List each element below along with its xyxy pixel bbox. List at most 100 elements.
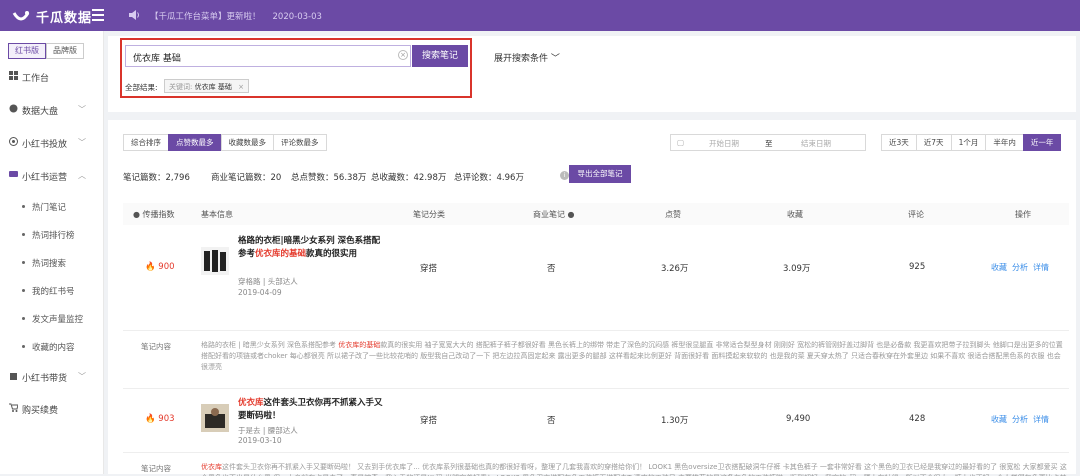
chevron-up-icon: ︿ [78,171,86,180]
table-header: ● 传播指数 基本信息 笔记分类 商业笔记 ● 点赞 收藏 评论 操作 [123,203,1069,225]
note-comments: 428 [909,414,926,424]
note-content-row: 笔记内容 优衣库这件套头卫衣你再不抓紧入手又要断码啦！ 又去到手优衣库了... … [123,453,1069,476]
note-comments: 925 [909,262,926,272]
note-commercial: 否 [547,264,556,274]
range-7d[interactable]: 近7天 [915,134,952,151]
detail-link[interactable]: 详情 [1033,415,1049,424]
sub-item-hot-words[interactable]: 热词排行榜 [0,229,104,241]
target-icon [9,137,18,146]
note-title[interactable]: 优衣库这件套头卫衣你再不抓紧入手又要断码啦！ [238,397,388,423]
chevron-down-icon: ﹀ [78,372,86,381]
stat-notes: 笔记篇数：2,796 [123,173,190,183]
search-input[interactable]: 优衣库 基础 [125,45,411,67]
chat-icon [9,171,18,177]
bullet-icon [22,317,25,320]
range-buttons: 近3天 近7天 1个月 半年内 近一年 [881,134,1062,151]
version-tab-red[interactable]: 红书版 [8,43,46,59]
detail-link[interactable]: 详情 [1033,263,1049,272]
content-label: 笔记内容 [141,464,171,473]
header-basic-info: 基本信息 [201,210,233,219]
nav-item-purchase[interactable]: 购买续费 [0,403,104,417]
table-row: 🔥 903 优衣库这件套头卫衣你再不抓紧入手又要断码啦！ 于是去 | 腰部达人 … [123,389,1069,453]
nav-item-label: 小红书投放 [22,140,68,150]
range-6m[interactable]: 半年内 [985,134,1024,151]
heat-value: 🔥 903 [145,414,175,424]
note-collects: 3.09万 [783,264,811,274]
expand-label: 展开搜索条件 [494,54,549,64]
bullet-icon [22,261,25,264]
tab-most-comments[interactable]: 评论数最多 [273,134,327,151]
stat-likes: 总点赞数：56.38万 [291,173,367,183]
sub-item-volume-monitor[interactable]: 发文声量监控 [0,313,104,325]
sidebar: 红书版 品牌版 工作台 数据大盘 ﹀ 小红书投放 ﹀ 小红书运营 ︿ 热门笔记 … [0,31,104,474]
note-title[interactable]: 格路的衣柜|暗黑少女系列 深色系搭配参考优衣库的基础款真的很实用 [238,235,388,261]
note-author[interactable]: 于是去 | 腰部达人 [238,425,298,436]
header-actions: 操作 [1015,210,1031,219]
tab-most-collects[interactable]: 收藏数最多 [220,134,274,151]
note-category: 穿搭 [420,416,438,426]
chevron-down-icon: ﹀ [78,105,86,114]
tab-comprehensive[interactable]: 综合排序 [123,134,169,151]
note-author[interactable]: 穿格路 | 头部达人 [238,276,298,287]
analyze-link[interactable]: 分析 [1012,415,1028,424]
collect-link[interactable]: 收藏 [991,415,1007,424]
sort-tabs: 综合排序 点赞数最多 收藏数最多 评论数最多 [123,134,327,151]
pie-icon [9,104,18,113]
start-date[interactable]: 开始日期 [709,138,739,149]
tag-close-icon[interactable]: × [238,83,244,91]
nav-item-ads[interactable]: 小红书投放 ﹀ [0,137,104,151]
note-content: 格路的衣柜 | 暗黑少女系列 深色系搭配参考 优衣库的基础款真的很实用 袖子宽宽… [201,341,1063,371]
nav-item-commerce[interactable]: 小红书带货 ﹀ [0,371,104,385]
chevron-down-icon: ﹀ [550,54,560,64]
expand-conditions[interactable]: 展开搜索条件 ﹀ [494,51,560,64]
table-row: 🔥 900 格路的衣柜|暗黑少女系列 深色系搭配参考优衣库的基础款真的很实用 穿… [123,225,1069,331]
collect-link[interactable]: 收藏 [991,263,1007,272]
tab-most-likes[interactable]: 点赞数最多 [168,134,222,151]
range-3d[interactable]: 近3天 [881,134,917,151]
sub-item-word-search[interactable]: 热词搜索 [0,257,104,269]
date-range-picker[interactable]: ▢ 开始日期 至 结束日期 [670,134,866,151]
note-collects: 9,490 [786,414,811,424]
nav-item-operations[interactable]: 小红书运营 ︿ [0,170,104,184]
menu-toggle-icon[interactable] [92,9,104,21]
nav-item-label: 数据大盘 [22,107,59,117]
app-logo[interactable]: 千瓜数据 [12,7,92,26]
nav-item-workspace[interactable]: 工作台 [0,71,104,85]
sub-item-my-account[interactable]: 我的红书号 [0,285,104,297]
header-heat: ● 传播指数 [133,210,175,219]
notice-date: 2020-03-03 [272,12,322,22]
tag-value: 优衣库 基础 [194,83,232,91]
sub-item-favorites[interactable]: 收藏的内容 [0,341,104,353]
sub-item-hot-notes[interactable]: 热门笔记 [0,201,104,213]
note-thumbnail[interactable] [201,247,229,275]
note-date: 2019-04-09 [238,288,282,297]
notice-text[interactable]: 【千瓜工作台菜单】更新啦！ 2020-03-03 [150,10,322,22]
info-icon: ● [133,210,140,219]
note-category: 穿搭 [420,264,438,274]
fire-icon: 🔥 [145,414,156,424]
results-card: 综合排序 点赞数最多 收藏数最多 评论数最多 ▢ 开始日期 至 结束日期 近3天… [108,120,1076,476]
main-content: 优衣库 基础 × 搜索笔记 全部结果: 关键词: 优衣库 基础 × 展开搜索条件… [104,31,1080,476]
search-button[interactable]: 搜索笔记 [412,45,468,67]
note-likes: 3.26万 [661,264,689,274]
nav-item-dashboard[interactable]: 数据大盘 ﹀ [0,104,104,118]
note-thumbnail[interactable] [201,404,229,432]
end-date[interactable]: 结束日期 [801,138,831,149]
note-likes: 1.30万 [661,416,689,426]
clear-icon[interactable]: × [398,50,408,60]
nav-item-label: 购买续费 [22,406,59,416]
range-1m[interactable]: 1个月 [950,134,987,151]
keyword-tag[interactable]: 关键词: 优衣库 基础 × [164,79,249,93]
nav-item-label: 小红书带货 [22,374,68,384]
bullet-icon [22,345,25,348]
version-tab-brand[interactable]: 品牌版 [46,43,84,59]
fire-icon: 🔥 [145,262,156,272]
info-icon[interactable]: i [560,171,569,180]
range-1y[interactable]: 近一年 [1022,134,1062,151]
export-button[interactable]: 导出全部笔记 [569,165,631,183]
row-actions: 收藏 分析 详情 [991,262,1054,273]
heat-value: 🔥 900 [145,262,175,272]
chevron-down-icon: ﹀ [78,138,86,147]
calendar-icon: ▢ [677,138,685,147]
analyze-link[interactable]: 分析 [1012,263,1028,272]
